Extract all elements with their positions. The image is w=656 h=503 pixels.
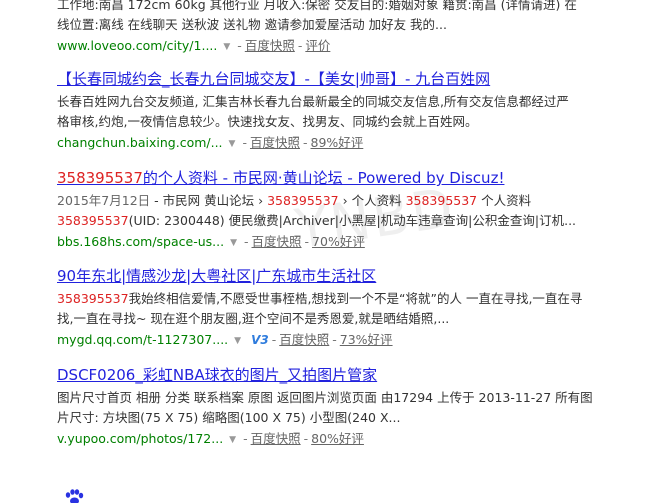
result-title-link[interactable]: 【长春同城约会_长春九台同城交友】-【美女|帅哥】- 九台百姓网 (57, 69, 490, 89)
result-item: 358395537的个人资料 - 市民网·黄山论坛 - Powered by D… (57, 168, 647, 254)
cache-link[interactable]: 百度快照 (251, 431, 301, 446)
dropdown-arrow-icon[interactable]: ▼ (229, 134, 236, 154)
result-title-link[interactable]: DSCF0206_彩虹NBA球衣的图片_又拍图片管家 (57, 365, 377, 385)
dropdown-arrow-icon[interactable]: ▼ (234, 331, 241, 351)
dropdown-arrow-icon[interactable]: ▼ (223, 37, 230, 57)
result-abstract: 2015年7月12日 - 市民网 黄山论坛 › 358395537 › 个人资料… (57, 193, 577, 228)
v3-badge[interactable]: V3 (251, 333, 269, 347)
result-abstract: 358395537我始终相信爱情,不愿受世事桎梏,想找到一个不是“将就”的人 一… (57, 291, 583, 326)
result-meta: changchun.baixing.com/... ▼ - 百度快照 -89%好评 (57, 133, 647, 155)
result-url[interactable]: bbs.168hs.com/space-us... (57, 234, 224, 249)
result-title-link[interactable]: 358395537的个人资料 - 市民网·黄山论坛 - Powered by D… (57, 168, 504, 188)
dropdown-arrow-icon[interactable]: ▼ (230, 233, 237, 253)
rating-link[interactable]: 评价 (305, 38, 330, 53)
result-item: 【长春同城约会_长春九台同城交友】-【美女|帅哥】- 九台百姓网 长春百姓网九台… (57, 69, 647, 155)
result-item: 90年东北|情感沙龙|大粤社区|广东城市生活社区 358395537我始终相信爱… (57, 266, 647, 352)
cache-link[interactable]: 百度快照 (252, 234, 302, 249)
rating-link[interactable]: 89%好评 (311, 135, 364, 150)
result-url[interactable]: changchun.baixing.com/... (57, 135, 223, 150)
result-abstract: 长春百姓网九台交友频道, 汇集吉林长春九台最新最全的同城交友信息,所有交友信息都… (57, 94, 569, 129)
result-url[interactable]: v.yupoo.com/photos/172... (57, 431, 223, 446)
cache-link[interactable]: 百度快照 (250, 135, 300, 150)
result-item: 工作地:南昌 172cm 60kg 其他行业 月收入:保密 交友目的:婚姻对象 … (57, 0, 647, 58)
cache-link[interactable]: 百度快照 (279, 332, 329, 347)
result-meta: www.loveoo.com/city/1.... ▼ - 百度快照 - 评价 (57, 36, 647, 58)
result-title-link[interactable]: 90年东北|情感沙龙|大粤社区|广东城市生活社区 (57, 266, 376, 286)
baidu-paw-icon[interactable] (63, 489, 85, 503)
result-meta: bbs.168hs.com/space-us... ▼ - 百度快照 -70%好评 (57, 232, 647, 254)
rating-link[interactable]: 73%好评 (340, 332, 393, 347)
result-abstract: 工作地:南昌 172cm 60kg 其他行业 月收入:保密 交友目的:婚姻对象 … (57, 0, 577, 32)
rating-link[interactable]: 80%好评 (311, 431, 364, 446)
result-url[interactable]: www.loveoo.com/city/1.... (57, 38, 217, 53)
result-meta: mygd.qq.com/t-1127307.... ▼ V3- 百度快照 -73%好评 (57, 330, 647, 352)
dropdown-arrow-icon[interactable]: ▼ (229, 430, 236, 450)
result-meta: v.yupoo.com/photos/172... ▼ - 百度快照 -80%好评 (57, 429, 647, 451)
rating-link[interactable]: 70%好评 (312, 234, 365, 249)
result-abstract: 图片尺寸首页 相册 分类 联系档案 原图 返回图片浏览页面 由17294 上传于… (57, 390, 593, 425)
result-url[interactable]: mygd.qq.com/t-1127307.... (57, 332, 228, 347)
cache-link[interactable]: 百度快照 (245, 38, 295, 53)
result-item: DSCF0206_彩虹NBA球衣的图片_又拍图片管家 图片尺寸首页 相册 分类 … (57, 365, 647, 451)
